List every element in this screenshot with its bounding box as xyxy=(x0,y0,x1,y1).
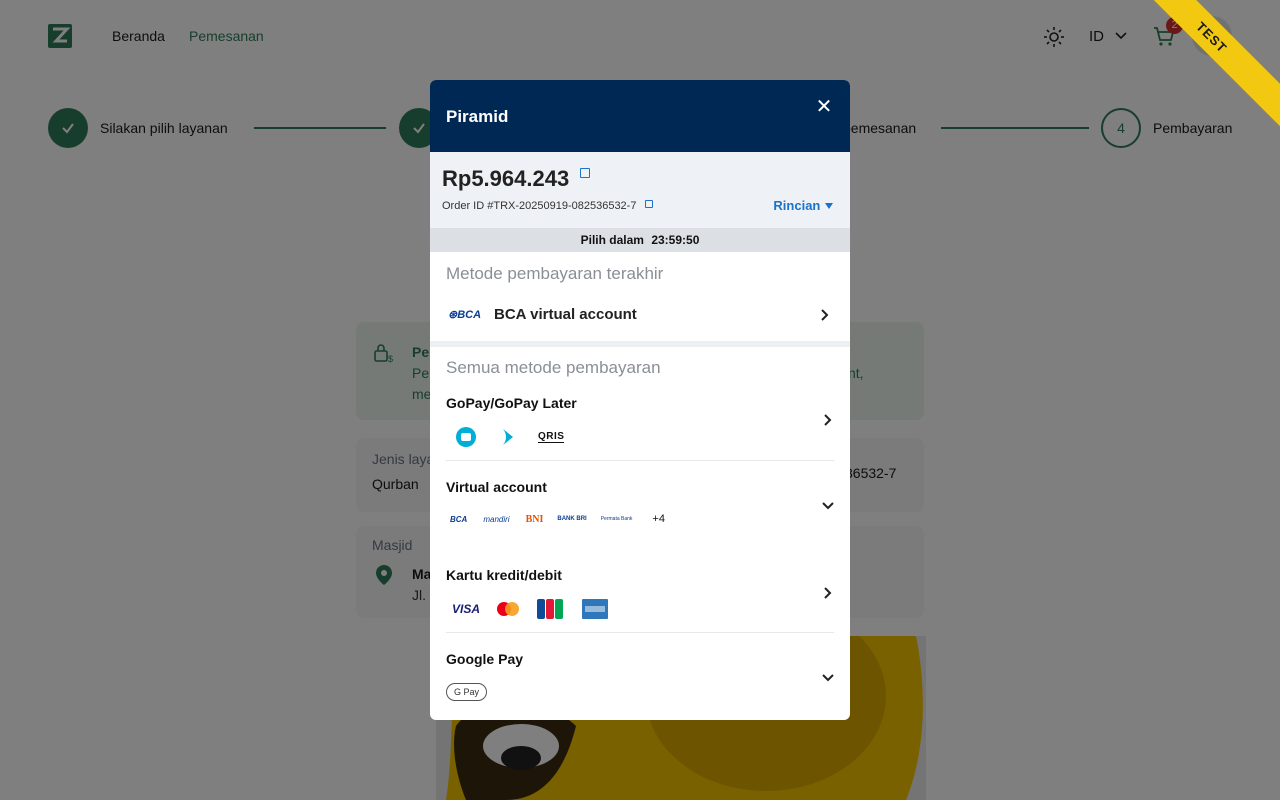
amount-row: Rp5.964.243 xyxy=(442,166,591,192)
bni-logo: BNI xyxy=(525,513,544,525)
total-amount: Rp5.964.243 xyxy=(442,166,570,191)
recent-method-bca[interactable]: ⊛BCA BCA virtual account xyxy=(430,300,850,330)
mastercard-icon xyxy=(497,602,520,616)
method-title: Virtual account xyxy=(446,479,547,495)
order-id-row: Order ID #TRX-20250919-082536532-7 xyxy=(442,200,653,212)
gopaylater-icon xyxy=(503,429,513,445)
gpay-logo: G Pay xyxy=(446,683,488,701)
payment-timer: Pilih dalam 23:59:50 xyxy=(430,228,850,252)
payment-modal: Piramid ✕ Rp5.964.243 Order ID #TRX-2025… xyxy=(430,80,850,720)
permata-logo: Permata Bank xyxy=(600,516,633,522)
method-separator xyxy=(446,632,834,633)
bri-logo: BANK BRI xyxy=(557,516,587,522)
method-logos: BCA mandiri BNI BANK BRI Permata Bank +4 xyxy=(446,513,665,525)
modal-header: Piramid ✕ xyxy=(430,80,850,152)
all-methods-title: Semua metode pembayaran xyxy=(446,358,661,377)
details-toggle[interactable]: Rincian xyxy=(773,198,834,213)
visa-logo: VISA xyxy=(452,602,481,616)
mandiri-logo: mandiri xyxy=(483,514,510,524)
method-title: Google Pay xyxy=(446,651,524,667)
section-divider xyxy=(430,341,850,347)
copy-amount-icon[interactable] xyxy=(580,168,591,178)
method-google-pay[interactable]: Google Pay G Pay xyxy=(446,651,834,705)
copy-order-id-icon[interactable] xyxy=(644,200,653,208)
chevron-right-icon xyxy=(824,414,832,426)
qris-logo: QRIS xyxy=(538,431,565,443)
caret-down-icon xyxy=(825,203,833,209)
timer-value: 23:59:50 xyxy=(651,233,700,247)
method-virtual-account[interactable]: Virtual account BCA mandiri BNI BANK BRI… xyxy=(446,479,834,529)
timer-label: Pilih dalam xyxy=(580,233,644,247)
more-banks-count: +4 xyxy=(652,513,665,525)
jcb-icon xyxy=(537,599,564,619)
bca-logo: BCA xyxy=(450,514,468,524)
chevron-right-icon xyxy=(821,309,829,321)
chevron-right-icon xyxy=(824,587,832,599)
method-logos: QRIS xyxy=(446,427,565,447)
method-title: GoPay/GoPay Later xyxy=(446,395,577,411)
payment-summary: Rp5.964.243 Order ID #TRX-20250919-08253… xyxy=(430,152,850,228)
close-button[interactable]: ✕ xyxy=(812,94,836,118)
chevron-down-icon xyxy=(822,502,834,510)
method-credit-card[interactable]: Kartu kredit/debit VISA xyxy=(446,567,834,623)
details-label: Rincian xyxy=(773,198,821,213)
modal-title: Piramid xyxy=(446,107,509,126)
bca-logo-icon: ⊛BCA xyxy=(448,309,482,321)
order-id: Order ID #TRX-20250919-082536532-7 xyxy=(442,200,637,212)
gopay-icon xyxy=(456,427,476,447)
recent-method-label: BCA virtual account xyxy=(494,306,637,323)
app-page: Beranda Pemesanan ID 2 Silakan pilih lay… xyxy=(0,0,1280,800)
method-logos: VISA xyxy=(446,599,609,619)
method-logos: G Pay xyxy=(446,683,488,701)
chevron-down-icon xyxy=(822,674,834,682)
method-separator xyxy=(446,460,834,461)
amex-icon xyxy=(582,599,609,619)
recent-methods-title: Metode pembayaran terakhir xyxy=(446,264,664,283)
method-gopay[interactable]: GoPay/GoPay Later QRIS xyxy=(446,395,834,447)
method-title: Kartu kredit/debit xyxy=(446,567,562,583)
close-icon: ✕ xyxy=(815,95,833,118)
